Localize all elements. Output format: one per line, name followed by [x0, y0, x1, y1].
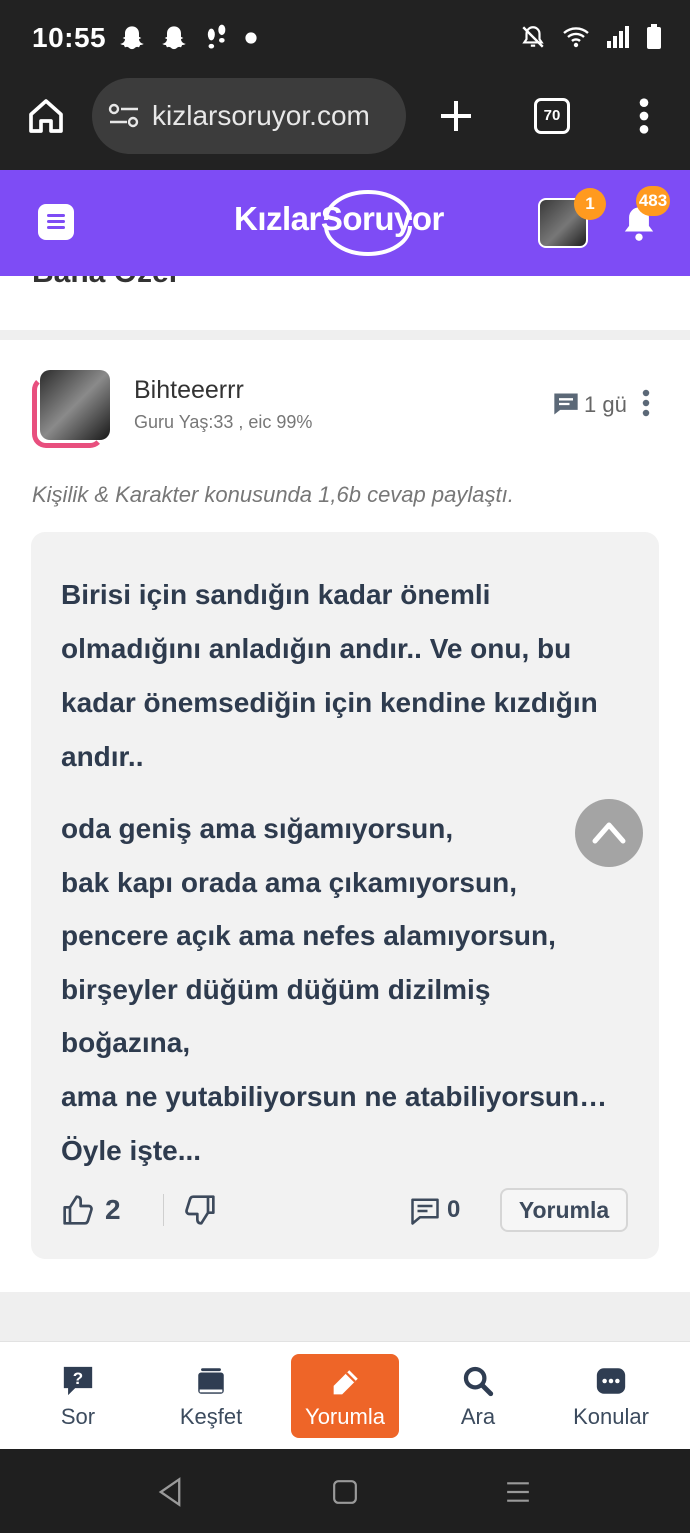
- dot-icon: [245, 32, 257, 44]
- recents-icon[interactable]: [504, 1479, 532, 1505]
- question-bubble-icon: ?: [63, 1366, 93, 1396]
- avatar-badge: 1: [574, 188, 606, 220]
- answer-line: oda geniş ama sığamıyorsun,: [61, 813, 454, 844]
- answer-actions: 2 0 Yorumla: [31, 1180, 659, 1240]
- nav-label: Yorumla: [305, 1404, 385, 1429]
- nav-kesfet[interactable]: Keşfet: [157, 1352, 265, 1438]
- nav-yorumla[interactable]: Yorumla: [291, 1354, 399, 1438]
- system-nav-bar: [0, 1449, 690, 1533]
- action-divider: [163, 1194, 164, 1226]
- site-settings-icon[interactable]: [108, 102, 140, 130]
- answer-line: andır..: [61, 741, 144, 772]
- like-count: 2: [105, 1194, 121, 1225]
- footsteps-icon: [207, 24, 226, 49]
- url-text: kizlarsoruyor.com: [152, 100, 370, 131]
- home-square-icon[interactable]: [332, 1479, 358, 1505]
- answer-body: Birisi için sandığın kadar önemli olmadı…: [31, 532, 659, 1259]
- search-icon: [463, 1366, 494, 1397]
- tab-switcher-button[interactable]: 70: [534, 98, 570, 134]
- more-vert-icon[interactable]: [638, 388, 654, 418]
- scroll-to-top-button[interactable]: [575, 799, 643, 867]
- stack-icon: [198, 1368, 224, 1394]
- home-icon[interactable]: [26, 96, 66, 136]
- answer-paragraph-2: oda geniş ama sığamıyorsun, bak kapı ora…: [61, 802, 631, 1177]
- thumbs-up-icon[interactable]: [61, 1194, 95, 1226]
- do-not-disturb-icon: [522, 26, 544, 48]
- answer-line: olmadığını anladığın andır.. Ve onu, bu: [61, 633, 572, 664]
- answer-line: kadar önemsediğin için kendine kızdığın: [61, 687, 598, 718]
- nav-label: Konular: [573, 1404, 649, 1429]
- thumbs-down-icon[interactable]: [183, 1194, 217, 1226]
- back-icon[interactable]: [156, 1477, 184, 1507]
- nav-konular[interactable]: Konular: [557, 1352, 665, 1438]
- answer-line: Öyle işte...: [61, 1134, 202, 1166]
- answer-line: pencere açık ama nefes alamıyorsun,: [61, 920, 556, 952]
- notification-badge: 483: [636, 186, 670, 216]
- chevron-up-icon: [592, 822, 626, 844]
- answer-line: ama ne yutabiliyorsun ne atabiliyorsun…: [61, 1080, 608, 1112]
- snapchat-ghost-icon: [162, 26, 186, 50]
- nav-label: Sor: [60, 1404, 96, 1429]
- svg-text:?: ?: [73, 1369, 83, 1388]
- status-bar: 10:55: [0, 0, 690, 78]
- pencil-icon: [333, 1370, 358, 1395]
- new-tab-icon[interactable]: [436, 96, 476, 136]
- avatar-image: [40, 370, 110, 440]
- signal-icon: [607, 26, 629, 48]
- wifi-icon: [563, 27, 589, 48]
- answer-paragraph-1: Birisi için sandığın kadar önemli olmadı…: [61, 568, 631, 784]
- message-icon: [554, 393, 578, 415]
- answer-line: boğazına,: [61, 1027, 191, 1059]
- answer-line: Birisi için sandığın kadar önemli: [61, 579, 491, 610]
- previous-card: Bana Özel: [0, 276, 690, 330]
- bottom-nav: ? Sor Keşfet Yorumla Ara Konular: [0, 1341, 690, 1449]
- post-time: 1 gü: [584, 392, 627, 417]
- menu-line: [47, 220, 65, 223]
- answer-line: birşeyler düğüm düğüm dizilmiş: [61, 973, 491, 1005]
- comment-count: 0: [447, 1196, 461, 1223]
- url-bar[interactable]: kizlarsoruyor.com: [92, 78, 406, 154]
- snapchat-ghost-icon: [120, 26, 144, 50]
- site-header: KızlarSoruyor: [0, 170, 690, 276]
- status-right-icons: [520, 24, 662, 50]
- status-time: 10:55: [32, 22, 107, 53]
- comment-icon[interactable]: [409, 1196, 441, 1226]
- nav-sor[interactable]: ? Sor: [24, 1352, 132, 1438]
- author-avatar[interactable]: [32, 370, 110, 448]
- comment-button[interactable]: Yorumla: [500, 1188, 628, 1232]
- status-left-icons: [118, 24, 258, 52]
- topic-line[interactable]: Kişilik & Karakter konusunda 1,6b cevap …: [32, 482, 514, 508]
- more-vert-icon[interactable]: [630, 96, 658, 136]
- author-meta: Guru Yaş:33 , eic 99%: [134, 412, 313, 432]
- browser-toolbar: kizlarsoruyor.com 70: [0, 78, 690, 170]
- nav-ara[interactable]: Ara: [424, 1352, 532, 1438]
- author-name[interactable]: Bihteeerrr: [134, 376, 244, 405]
- menu-button[interactable]: [38, 204, 74, 240]
- site-logo[interactable]: KızlarSoruyor: [234, 200, 444, 238]
- nav-label: Ara: [460, 1404, 496, 1429]
- dots-bubble-icon: [596, 1368, 626, 1394]
- answer-line: bak kapı orada ama çıkamıyorsun,: [61, 866, 517, 898]
- menu-line: [47, 214, 65, 217]
- card-title: Bana Özel: [32, 276, 177, 290]
- menu-line: [47, 226, 65, 229]
- battery-icon: [647, 24, 661, 49]
- nav-label: Keşfet: [179, 1404, 243, 1429]
